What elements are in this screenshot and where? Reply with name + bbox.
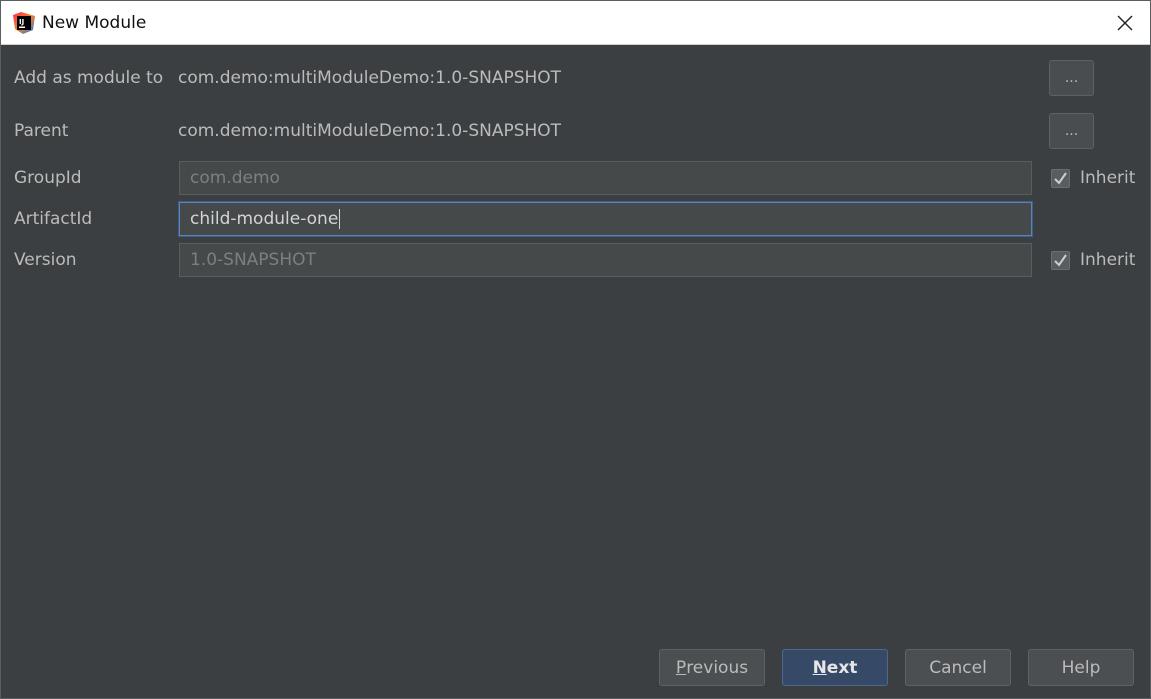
version-inherit-checkbox[interactable]: Inherit	[1051, 249, 1135, 271]
version-inherit-label: Inherit	[1080, 250, 1136, 270]
previous-mnemonic: P	[675, 657, 687, 678]
close-icon	[1117, 15, 1133, 30]
next-button[interactable]: Next	[782, 649, 888, 686]
parent-browse-button[interactable]: ...	[1049, 113, 1094, 149]
group-id-label: GroupId	[14, 168, 82, 188]
version-field[interactable]: 1.0-SNAPSHOT	[179, 243, 1032, 277]
previous-label-rest: revious	[686, 657, 749, 678]
checkbox-box[interactable]	[1051, 168, 1070, 188]
add-as-module-to-browse-button[interactable]: ...	[1049, 60, 1094, 96]
checkbox-box[interactable]	[1051, 250, 1070, 270]
previous-button[interactable]: Previous	[659, 649, 765, 686]
version-label: Version	[14, 250, 77, 270]
window-title: New Module	[42, 13, 147, 33]
checkmark-icon	[1054, 253, 1067, 267]
close-button[interactable]	[1100, 1, 1150, 44]
next-label-rest: ext	[826, 657, 858, 678]
artifact-id-value: child-module-one	[190, 209, 339, 229]
add-as-module-to-label: Add as module to	[14, 68, 164, 88]
parent-label: Parent	[14, 121, 69, 141]
next-mnemonic: N	[812, 657, 827, 678]
group-id-inherit-label: Inherit	[1080, 168, 1136, 188]
help-button[interactable]: Help	[1028, 649, 1134, 686]
text-caret	[339, 209, 341, 229]
intellij-app-icon: IJ	[13, 12, 35, 34]
group-id-inherit-checkbox[interactable]: Inherit	[1051, 167, 1135, 189]
title-bar: IJ New Module	[1, 1, 1150, 45]
checkmark-icon	[1054, 171, 1067, 185]
parent-value: com.demo:multiModuleDemo:1.0-SNAPSHOT	[178, 121, 562, 141]
group-id-value: com.demo	[190, 168, 280, 188]
group-id-field[interactable]: com.demo	[179, 161, 1032, 195]
cancel-button[interactable]: Cancel	[905, 649, 1011, 686]
version-value: 1.0-SNAPSHOT	[190, 250, 316, 270]
artifact-id-field[interactable]: child-module-one	[179, 202, 1032, 236]
artifact-id-label: ArtifactId	[14, 209, 93, 229]
add-as-module-to-value: com.demo:multiModuleDemo:1.0-SNAPSHOT	[178, 68, 562, 88]
new-module-dialog: IJ New Module Add as module to com.demo:…	[0, 0, 1151, 699]
svg-text:IJ: IJ	[19, 18, 24, 26]
